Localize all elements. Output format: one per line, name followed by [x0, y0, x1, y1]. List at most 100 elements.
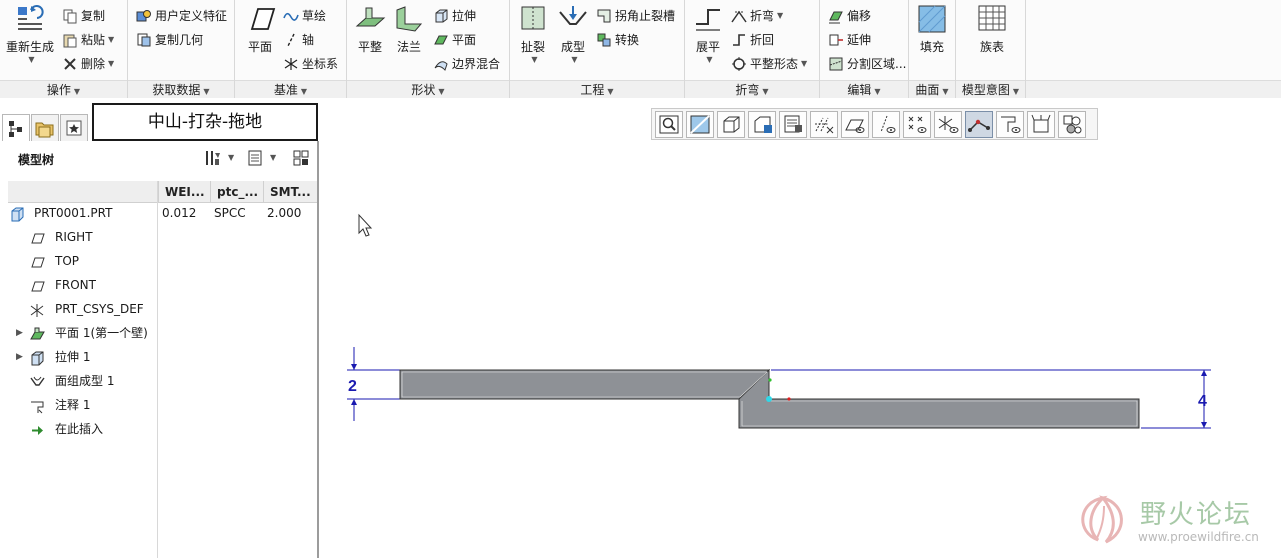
delete-button[interactable]: 删除 ▼ [62, 55, 114, 72]
cube-icon [723, 116, 740, 133]
group-label-operations[interactable]: 操作 ▼ [0, 80, 127, 98]
tree-row[interactable]: PRT0001.PRT 0.012 SPCC 2.000 [0, 201, 317, 225]
dim-arrow [351, 399, 357, 405]
form-button[interactable]: 成型 ▼ [555, 4, 591, 64]
appearance-icon [1063, 115, 1082, 134]
tree-row[interactable]: 注释 1 [0, 393, 317, 417]
annotation-icon [30, 398, 45, 414]
tab-favorites[interactable] [60, 114, 88, 142]
split-region-button[interactable]: 分割区域... [828, 55, 906, 72]
group-label-engineering[interactable]: 工程 ▼ [510, 80, 684, 98]
copy-button[interactable]: 复制 [62, 7, 105, 24]
plane-display-button[interactable] [841, 111, 869, 138]
corner-relief-button[interactable]: 拐角止裂槽 [596, 7, 675, 24]
ribbon-empty-area [1026, 0, 1281, 98]
datum-plane-button[interactable]: 平面 [239, 4, 281, 55]
appearance-button[interactable] [1058, 111, 1086, 138]
column-header-thickness[interactable]: SMT... [263, 181, 317, 203]
chevron-down-icon[interactable]: ▼ [558, 55, 591, 64]
datum-display-filters-button[interactable] [810, 111, 838, 138]
repaint-button[interactable] [686, 111, 714, 138]
tree-row[interactable]: PRT_CSYS_DEF [0, 297, 317, 321]
csys-button[interactable]: 坐标系 [283, 55, 338, 72]
tree-settings-icon[interactable] [204, 149, 222, 167]
dimension-left[interactable]: 2 [348, 378, 357, 395]
family-table-button[interactable]: 族表 [974, 4, 1010, 55]
tree-filter-icon[interactable] [246, 149, 264, 167]
annotation-display-button[interactable] [996, 111, 1024, 138]
chevron-down-icon[interactable]: ▼ [228, 149, 246, 167]
planar-button[interactable]: 平面 [433, 31, 476, 48]
datum-filter-icon [815, 117, 834, 134]
tree-row[interactable]: ▶ 拉伸 1 [0, 345, 317, 369]
group-label-datum[interactable]: 基准 ▼ [235, 80, 346, 98]
tree-row[interactable]: RIGHT [0, 225, 317, 249]
datum-plane-label: 平面 [247, 40, 272, 54]
watermark-logo-icon [1081, 495, 1123, 544]
view-manager-button[interactable] [779, 111, 807, 138]
tree-row[interactable]: TOP [0, 249, 317, 273]
group-label-shapes[interactable]: 形状 ▼ [347, 80, 509, 98]
expand-arrow-icon[interactable]: ▶ [16, 345, 23, 369]
udf-button[interactable]: 用户定义特征 [136, 7, 227, 24]
boundary-blend-button[interactable]: 边界混合 [433, 55, 500, 72]
chevron-down-icon[interactable]: ▼ [801, 59, 807, 68]
tab-model-tree[interactable] [2, 114, 30, 142]
axis-display-button[interactable] [872, 111, 900, 138]
rip-button[interactable]: 扯裂 ▼ [515, 4, 551, 64]
chevron-down-icon[interactable]: ▼ [777, 11, 783, 20]
tree-item-label: RIGHT [55, 230, 93, 244]
group-label-model-intent[interactable]: 模型意图 ▼ [956, 80, 1025, 98]
watermark-url: www.proewildfire.cn [1138, 530, 1259, 544]
paste-button[interactable]: 粘贴 ▼ [62, 31, 114, 48]
point-display-button[interactable] [903, 111, 931, 138]
tree-columns-icon[interactable] [292, 149, 310, 167]
extrude-button[interactable]: 拉伸 [433, 7, 476, 24]
plane-display-icon [845, 119, 865, 133]
group-label-surfaces[interactable]: 曲面 ▼ [909, 80, 955, 98]
copy-geometry-icon [136, 32, 152, 48]
expand-arrow-icon[interactable]: ▶ [16, 321, 23, 345]
convert-button[interactable]: 转换 [596, 31, 639, 48]
group-label-bends[interactable]: 折弯 ▼ [685, 80, 819, 98]
chevron-down-icon[interactable]: ▼ [518, 55, 551, 64]
csys-label: 坐标系 [302, 57, 339, 71]
chevron-down-icon[interactable]: ▼ [270, 149, 288, 167]
spin-center-button[interactable] [965, 111, 993, 138]
dimension-right[interactable]: 4 [1198, 393, 1207, 410]
chevron-down-icon[interactable]: ▼ [108, 35, 114, 44]
column-header-weight[interactable]: WEI... [158, 181, 210, 203]
chevron-down-icon[interactable]: ▼ [108, 59, 114, 68]
tree-row[interactable]: 面组成型 1 [0, 369, 317, 393]
tab-folder-browser[interactable] [31, 114, 59, 142]
regenerate-button[interactable]: 重新生成 ▼ [4, 4, 56, 64]
group-label-editing[interactable]: 编辑 ▼ [820, 80, 908, 98]
csys-display-button[interactable] [934, 111, 962, 138]
column-header-material[interactable]: ptc_... [210, 181, 263, 203]
chevron-down-icon[interactable]: ▼ [693, 55, 726, 64]
chevron-down-icon[interactable]: ▼ [7, 55, 56, 64]
axis-button[interactable]: 轴 [283, 31, 314, 48]
zoom-to-fit-button[interactable] [655, 111, 683, 138]
fill-button[interactable]: 填充 [915, 4, 949, 55]
perspective-view-button[interactable] [1027, 111, 1055, 138]
graphics-area[interactable]: 2 4 野火论坛 www.proewildfire.cn [321, 141, 1281, 558]
tree-row[interactable]: ▶ 平面 1(第一个壁) [0, 321, 317, 345]
extend-button[interactable]: 延伸 [828, 31, 871, 48]
snap-point-cyan [766, 396, 772, 402]
tree-row[interactable]: 在此插入 [0, 417, 317, 441]
display-style-button[interactable] [717, 111, 745, 138]
sketch-button[interactable]: 草绘 [283, 7, 326, 24]
bend-back-button[interactable]: 折回 [731, 31, 774, 48]
unbend-button[interactable]: 展平 ▼ [690, 4, 726, 64]
offset-button[interactable]: 偏移 [828, 7, 871, 24]
bend-button[interactable]: 折弯 ▼ [731, 7, 783, 24]
saved-views-button[interactable] [748, 111, 776, 138]
tree-row[interactable]: FRONT [0, 273, 317, 297]
flange-button[interactable]: 法兰 [391, 4, 427, 55]
axis-icon [283, 32, 299, 48]
copy-geometry-button[interactable]: 复制几何 [136, 31, 203, 48]
group-label-get-data[interactable]: 获取数据 ▼ [128, 80, 234, 98]
flat-wall-button[interactable]: 平整 [352, 4, 388, 55]
flat-state-button[interactable]: 平整形态 ▼ [731, 55, 807, 72]
